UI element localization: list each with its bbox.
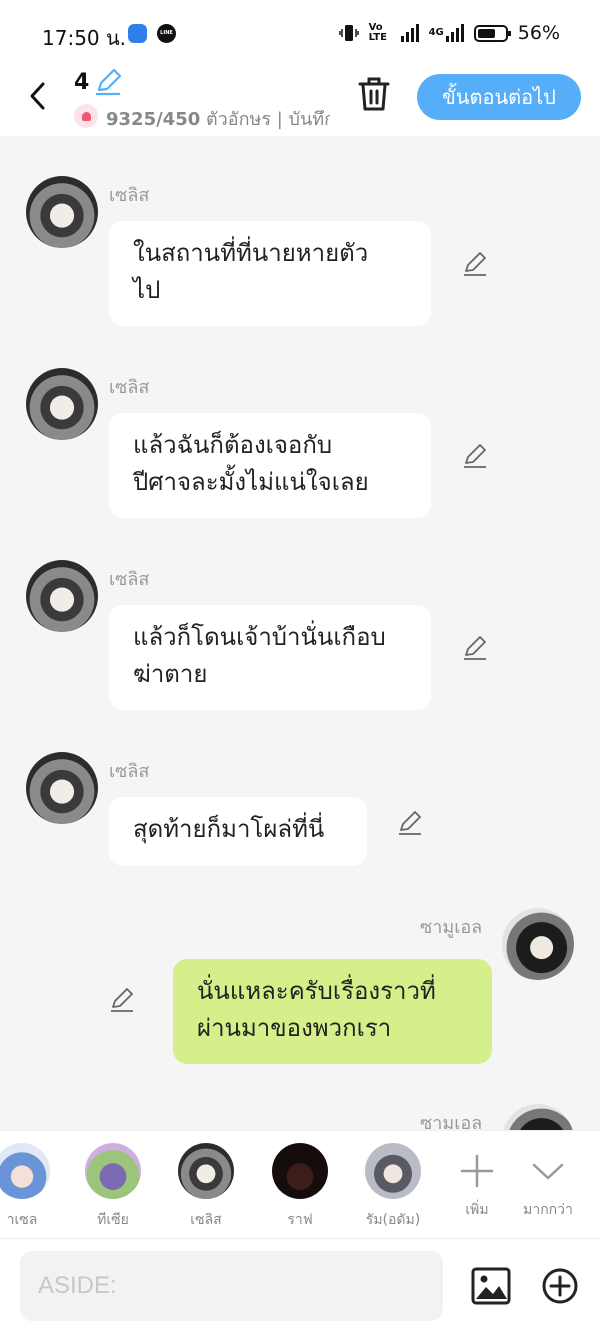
- pencil-icon: [96, 68, 122, 96]
- input-bar: [0, 1238, 600, 1333]
- pencil-icon: [399, 811, 421, 835]
- chevron-down-icon: [532, 1163, 564, 1180]
- line-app-icon: LINE: [157, 24, 176, 43]
- avatar-selis[interactable]: [26, 560, 98, 632]
- character-name: เซลิส: [190, 1212, 222, 1228]
- character-count-suffix: ตัวอักษร | บันทึก: [200, 109, 330, 130]
- app-notification-icon: [128, 24, 147, 43]
- edit-message-button[interactable]: [462, 635, 488, 665]
- message-bubble[interactable]: ในสถานที่ที่นายหายตัว ไป: [109, 221, 431, 326]
- network-4g-label: 4G: [428, 27, 444, 38]
- character-item[interactable]: เซลิส: [171, 1143, 241, 1231]
- character-item[interactable]: าเซล: [0, 1143, 57, 1231]
- edit-message-button[interactable]: [462, 251, 488, 281]
- pencil-icon: [464, 252, 486, 276]
- character-name: ทีเซีย: [97, 1212, 129, 1228]
- add-label: เพิ่ม: [465, 1202, 489, 1218]
- editor-header: 4 9325/450 ตัวอักษร | บันทึก ขั้นตอนต่อไ…: [0, 64, 600, 136]
- status-right: Vo LTE 4G 56%: [338, 22, 560, 44]
- chapter-number: 4: [74, 70, 90, 95]
- avatar-selis[interactable]: [26, 368, 98, 440]
- avatar-samuel[interactable]: [502, 1104, 574, 1130]
- add-character-button[interactable]: เพิ่ม: [442, 1143, 512, 1221]
- pencil-icon: [464, 444, 486, 468]
- sender-name: ซามูเอล: [420, 1113, 483, 1130]
- volte-label: Vo LTE: [368, 22, 387, 43]
- character-item[interactable]: ราฟ: [265, 1143, 335, 1231]
- vibrate-icon: [338, 25, 359, 41]
- battery-icon: [473, 24, 511, 42]
- signal-icon: [400, 24, 419, 42]
- trash-icon: [358, 77, 390, 111]
- character-avatar: [0, 1143, 50, 1199]
- avatar-samuel[interactable]: [502, 908, 574, 980]
- chat-area[interactable]: เซลิส ในสถานที่ที่นายหายตัว ไป เซลิส แล้…: [0, 136, 600, 1130]
- character-name: รัม(อดัม): [365, 1212, 421, 1228]
- character-count: 9325/450 ตัวอักษร | บันทึก: [106, 104, 330, 133]
- character-bar: าเซล ทีเซีย เซลิส ราฟ รัม(อดัม) เพิ่ม มา…: [0, 1130, 600, 1238]
- message-bubble[interactable]: สุดท้ายก็มาโผล่ที่นี่: [109, 797, 367, 866]
- pencil-icon: [111, 988, 133, 1012]
- avatar-selis[interactable]: [26, 176, 98, 248]
- character-avatar: [178, 1143, 234, 1199]
- sender-name: เซลิส: [109, 761, 150, 782]
- battery-percent: 56%: [517, 22, 560, 44]
- insert-image-button[interactable]: [471, 1267, 511, 1309]
- next-step-button[interactable]: ขั้นตอนต่อไป: [417, 74, 581, 120]
- message-bubble[interactable]: นั่นแหละครับเรื่องราวที่ ผ่านมาของพวกเรา: [173, 959, 492, 1064]
- character-item[interactable]: ทีเซีย: [78, 1143, 148, 1231]
- plus-icon: [460, 1154, 494, 1188]
- delete-button[interactable]: [357, 76, 391, 116]
- aside-input[interactable]: [20, 1251, 443, 1321]
- add-button[interactable]: [541, 1267, 579, 1309]
- character-item[interactable]: รัม(อดัม): [358, 1143, 428, 1231]
- status-bar: 17:50 น. LINE Vo LTE 4G 56%: [0, 0, 600, 64]
- character-avatar: [85, 1143, 141, 1199]
- character-name: ราฟ: [287, 1212, 313, 1228]
- edit-message-button[interactable]: [462, 443, 488, 473]
- bell-icon: [74, 104, 98, 128]
- edit-chapter-button[interactable]: [94, 68, 122, 100]
- status-time: 17:50 น.: [42, 26, 127, 50]
- more-characters-button[interactable]: มากกว่า: [513, 1143, 583, 1221]
- more-label: มากกว่า: [523, 1202, 573, 1218]
- edit-message-button[interactable]: [397, 810, 423, 840]
- character-name: าเซล: [6, 1212, 38, 1228]
- edit-message-button[interactable]: [109, 987, 135, 1017]
- character-count-value: 9325/450: [106, 109, 201, 130]
- plus-circle-icon: [542, 1268, 578, 1304]
- chevron-left-icon: [30, 82, 45, 110]
- signal-2-icon: [445, 24, 464, 42]
- image-icon: [471, 1267, 511, 1305]
- sender-name: ซามูเอล: [420, 917, 483, 938]
- message-bubble[interactable]: แล้วฉันก็ต้องเจอกับ ปีศาจละมั้งไม่แน่ใจเ…: [109, 413, 431, 518]
- message-bubble[interactable]: แล้วก็โดนเจ้าบ้านั่นเกือบ ฆ่าตาย: [109, 605, 431, 710]
- avatar-selis[interactable]: [26, 752, 98, 824]
- back-button[interactable]: [22, 76, 52, 116]
- character-avatar: [272, 1143, 328, 1199]
- sender-name: เซลิส: [109, 569, 150, 590]
- sender-name: เซลิส: [109, 185, 150, 206]
- pencil-icon: [464, 636, 486, 660]
- sender-name: เซลิส: [109, 377, 150, 398]
- character-avatar: [365, 1143, 421, 1199]
